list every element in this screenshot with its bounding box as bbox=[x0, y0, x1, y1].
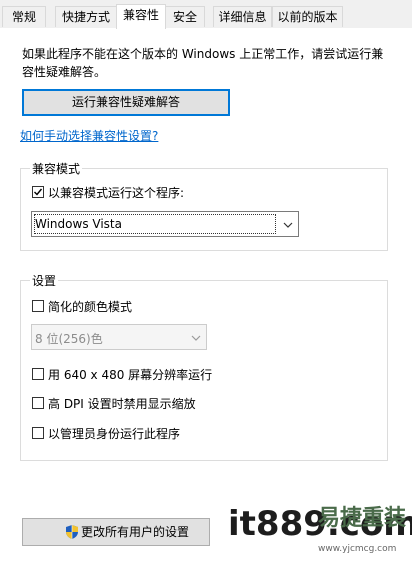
resolution-checkbox[interactable] bbox=[32, 368, 44, 380]
run-troubleshooter-button[interactable]: 运行兼容性疑难解答 bbox=[22, 89, 230, 116]
color-depth-value: 8 位(256)色 bbox=[35, 332, 103, 346]
chevron-down-icon bbox=[191, 335, 201, 341]
change-all-users-label: 更改所有用户的设置 bbox=[81, 525, 190, 539]
os-version-value: Windows Vista bbox=[35, 217, 122, 231]
intro-text: 如果此程序不能在这个版本的 Windows 上正常工作，请尝试运行兼容性疑难解答… bbox=[22, 47, 384, 79]
tab-security[interactable]: 安全 bbox=[165, 6, 205, 27]
reduced-color-label: 简化的颜色模式 bbox=[48, 300, 133, 314]
watermark-cn: 易捷重装 bbox=[318, 506, 407, 531]
watermark-url: www.yjcmcg.com bbox=[318, 544, 397, 554]
uac-shield-icon bbox=[66, 525, 78, 539]
compat-mode-title: 兼容模式 bbox=[30, 160, 83, 177]
dpi-scaling-label: 高 DPI 设置时禁用显示缩放 bbox=[48, 397, 196, 411]
run-as-admin-label: 以管理员身份运行此程序 bbox=[48, 427, 181, 441]
change-all-users-button[interactable]: 更改所有用户的设置 bbox=[22, 518, 210, 546]
tab-details[interactable]: 详细信息 bbox=[213, 6, 272, 27]
watermark: it889.com 易捷重装 www.yjcmcg.com bbox=[222, 500, 412, 560]
compat-mode-checkbox[interactable] bbox=[32, 186, 44, 198]
color-depth-select[interactable]: 8 位(256)色 bbox=[31, 324, 207, 350]
os-version-select[interactable]: Windows Vista bbox=[31, 211, 299, 237]
manual-settings-link[interactable]: 如何手动选择兼容性设置? bbox=[20, 127, 158, 144]
tab-general[interactable]: 常规 bbox=[2, 6, 46, 27]
settings-title: 设置 bbox=[30, 272, 59, 289]
resolution-label: 用 640 x 480 屏幕分辨率运行 bbox=[48, 368, 213, 382]
reduced-color-checkbox[interactable] bbox=[32, 300, 44, 312]
chevron-down-icon bbox=[283, 222, 293, 228]
tab-shortcut[interactable]: 快捷方式 bbox=[55, 6, 117, 27]
compat-mode-label: 以兼容模式运行这个程序: bbox=[48, 186, 185, 200]
tab-previous-versions[interactable]: 以前的版本 bbox=[272, 6, 343, 27]
tab-strip: 常规 快捷方式 兼容性 安全 详细信息 以前的版本 bbox=[0, 0, 412, 29]
tab-compatibility[interactable]: 兼容性 bbox=[116, 4, 166, 29]
run-as-admin-checkbox[interactable] bbox=[32, 427, 44, 439]
checkmark-icon bbox=[34, 188, 43, 196]
compat-mode-group bbox=[20, 168, 388, 251]
dpi-scaling-checkbox[interactable] bbox=[32, 397, 44, 409]
